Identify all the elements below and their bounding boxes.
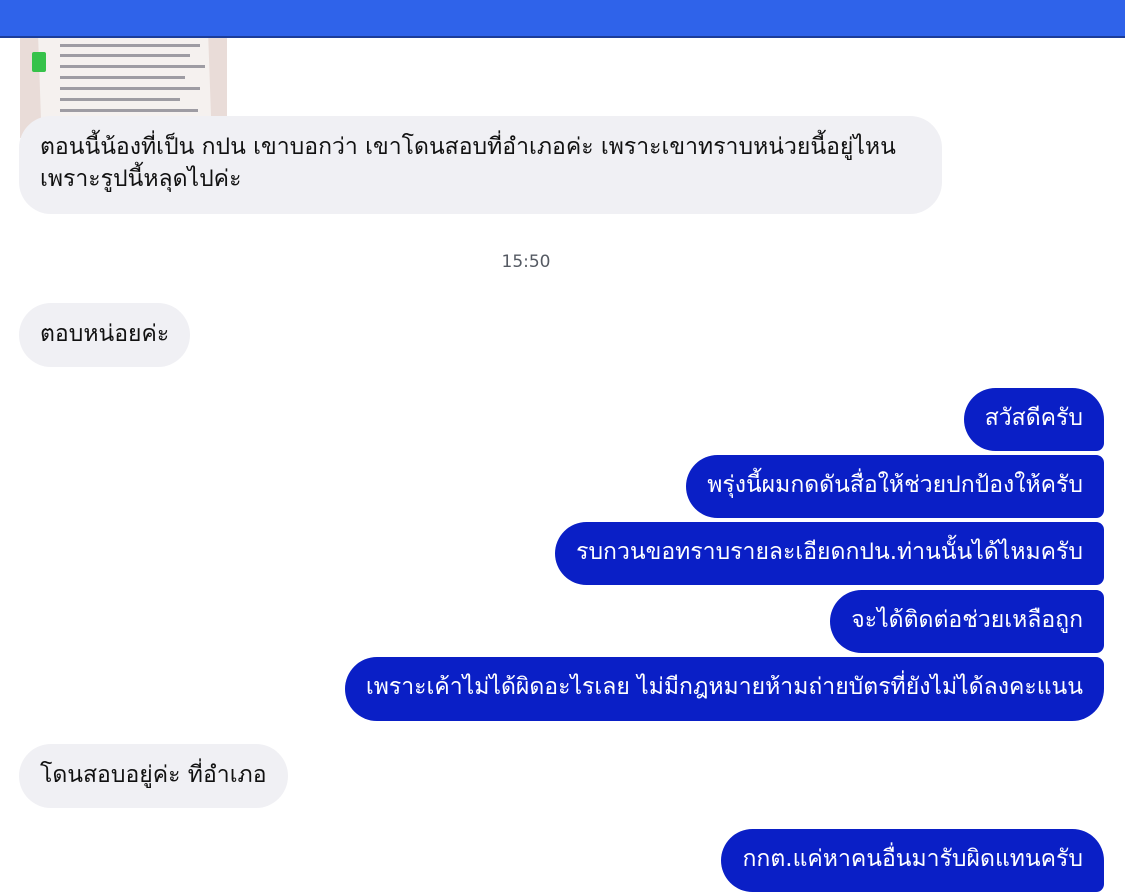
top-bar bbox=[0, 0, 1125, 38]
incoming-message[interactable]: โดนสอบอยู่ค่ะ ที่อำเภอ bbox=[19, 744, 288, 808]
photo-line bbox=[60, 87, 200, 90]
incoming-message[interactable]: ตอนนี้น้องที่เป็น กปน เขาบอกว่า เขาโดนสอ… bbox=[19, 116, 942, 214]
message-timestamp: 15:50 bbox=[501, 252, 551, 272]
outgoing-message[interactable]: กกต.แค่หาคนอื่นมารับผิดแทนครับ bbox=[721, 829, 1104, 892]
photo-line bbox=[60, 54, 190, 57]
outgoing-message[interactable]: รบกวนขอทราบรายละเอียดกปน.ท่านนั้นได้ไหมค… bbox=[555, 522, 1104, 585]
photo-line bbox=[60, 76, 185, 79]
outgoing-message[interactable]: เพราะเค้าไม่ได้ผิดอะไรเลย ไม่มีกฎหมายห้า… bbox=[344, 657, 1104, 721]
incoming-message[interactable]: ตอบหน่อยค่ะ bbox=[19, 303, 191, 367]
green-sticker bbox=[32, 52, 46, 72]
photo-line bbox=[60, 65, 205, 68]
photo-line bbox=[60, 109, 198, 112]
outgoing-message[interactable]: จะได้ติดต่อช่วยเหลือถูก bbox=[830, 590, 1104, 653]
outgoing-message[interactable]: พรุ่งนี้ผมกดดันสื่อให้ช่วยปกป้องให้ครับ bbox=[686, 455, 1104, 518]
photo-line bbox=[60, 98, 180, 101]
outgoing-message[interactable]: สวัสดีครับ bbox=[963, 388, 1104, 451]
photo-line bbox=[60, 44, 200, 47]
